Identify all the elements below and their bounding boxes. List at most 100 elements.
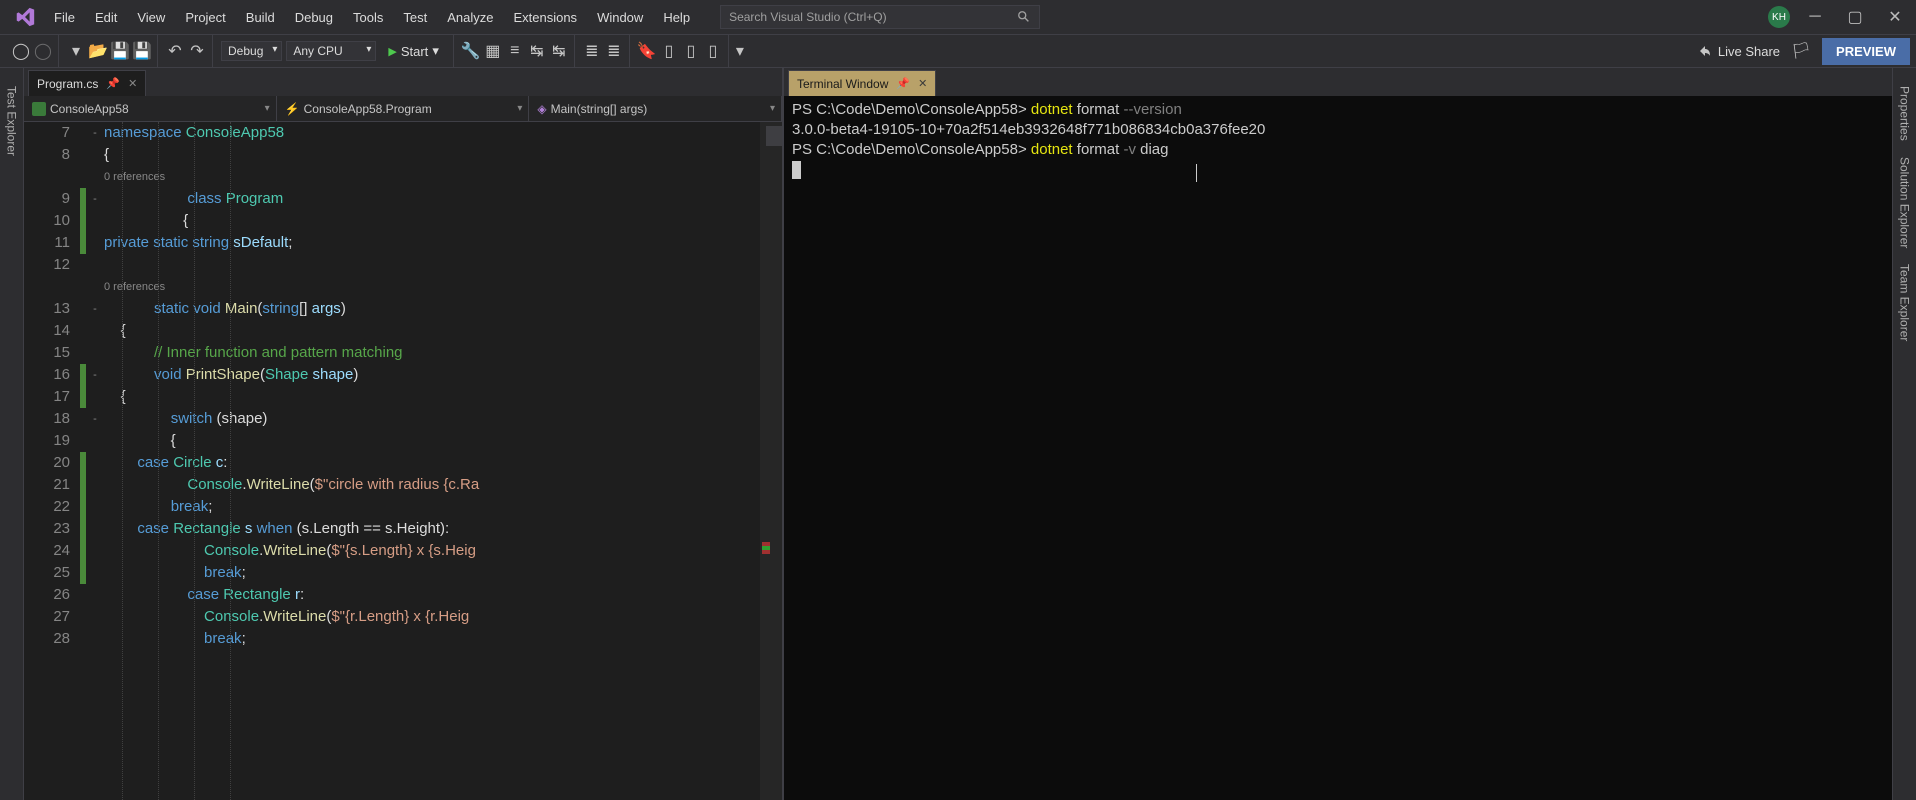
fold-toggle [86, 518, 104, 540]
fold-toggle[interactable]: - [86, 298, 104, 320]
code-line[interactable]: case Rectangle r: [104, 584, 782, 606]
tbicon-7[interactable]: ≣ [605, 42, 623, 60]
code-line[interactable]: void PrintShape(Shape shape) [104, 364, 782, 386]
nav-fwd-icon[interactable]: ◯ [34, 42, 52, 60]
code-line[interactable]: namespace ConsoleApp58 [104, 122, 782, 144]
code-line[interactable]: private static string sDefault; [104, 232, 782, 254]
fold-toggle[interactable]: - [86, 122, 104, 144]
vs-logo-icon [14, 6, 36, 28]
menu-test[interactable]: Test [393, 4, 437, 31]
code-line[interactable] [104, 254, 782, 276]
team-explorer-tab[interactable]: Team Explorer [1896, 256, 1914, 349]
fold-toggle [86, 166, 104, 188]
bookmark-icon[interactable]: 🔖 [638, 42, 656, 60]
code-line[interactable]: { [104, 430, 782, 452]
code-line[interactable]: { [104, 144, 782, 166]
preview-button[interactable]: PREVIEW [1822, 38, 1910, 65]
redo-icon[interactable]: ↷ [188, 42, 206, 60]
fold-toggle [86, 430, 104, 452]
menu-tools[interactable]: Tools [343, 4, 393, 31]
terminal-tab[interactable]: Terminal Window 📌 ✕ [788, 70, 936, 96]
save-icon[interactable]: 💾 [111, 42, 129, 60]
tbicon-9[interactable]: ▯ [682, 42, 700, 60]
code-line[interactable]: // Inner function and pattern matching [104, 342, 782, 364]
nav-back-icon[interactable]: ◯ [12, 42, 30, 60]
crumb-project[interactable]: ConsoleApp58 [24, 96, 277, 121]
editor-tab[interactable]: Program.cs 📌 ✕ [28, 70, 146, 96]
code-editor[interactable]: 7891011121314151617181920212223242526272… [24, 122, 782, 800]
code-line[interactable]: Console.WriteLine($"circle with radius {… [104, 474, 782, 496]
fold-toggle[interactable]: - [86, 408, 104, 430]
code-line[interactable]: break; [104, 628, 782, 650]
tbicon-1[interactable]: 🔧 [462, 42, 480, 60]
tbicon-4[interactable]: ↹ [528, 42, 546, 60]
fold-toggle [86, 474, 104, 496]
menu-extensions[interactable]: Extensions [503, 4, 587, 31]
tbicon-8[interactable]: ▯ [660, 42, 678, 60]
tbicon-5[interactable]: ↹ [550, 42, 568, 60]
codelens-references[interactable]: 0 references [104, 166, 782, 188]
live-share-button[interactable]: Live Share [1698, 44, 1780, 59]
code-line[interactable]: switch (shape) [104, 408, 782, 430]
menu-analyze[interactable]: Analyze [437, 4, 503, 31]
new-project-icon[interactable]: ▾ [67, 42, 85, 60]
codelens-references[interactable]: 0 references [104, 276, 782, 298]
menu-project[interactable]: Project [175, 4, 235, 31]
feedback-icon[interactable]: 🏳 [1792, 42, 1810, 60]
menu-build[interactable]: Build [236, 4, 285, 31]
menu-file[interactable]: File [44, 4, 85, 31]
code-line[interactable]: break; [104, 496, 782, 518]
code-line[interactable]: Console.WriteLine($"{r.Length} x {r.Heig [104, 606, 782, 628]
platform-dropdown[interactable]: Any CPU [286, 41, 376, 61]
fold-toggle[interactable]: - [86, 188, 104, 210]
maximize-button[interactable]: ▢ [1840, 5, 1870, 29]
tbicon-3[interactable]: ≡ [506, 42, 524, 60]
crumb-class[interactable]: ⚡ConsoleApp58.Program [277, 96, 530, 121]
start-button[interactable]: Start ▾ [380, 41, 446, 61]
tbicon-6[interactable]: ≣ [583, 42, 601, 60]
fold-toggle[interactable]: - [86, 364, 104, 386]
code-line[interactable]: { [104, 320, 782, 342]
pin-icon[interactable]: 📌 [106, 77, 120, 90]
search-box[interactable]: Search Visual Studio (Ctrl+Q) [720, 5, 1040, 29]
terminal-line: 3.0.0-beta4-19105-10+70a2f514eb3932648f7… [792, 120, 1884, 140]
crumb-method[interactable]: ◈Main(string[] args) [529, 96, 782, 121]
editor-scrollbar[interactable] [760, 122, 782, 800]
test-explorer-tab[interactable]: Test Explorer [3, 78, 21, 164]
code-line[interactable]: case Rectangle s when (s.Length == s.Hei… [104, 518, 782, 540]
code-line[interactable]: class Program [104, 188, 782, 210]
fold-toggle [86, 320, 104, 342]
config-dropdown[interactable]: Debug [221, 41, 282, 61]
code-body[interactable]: namespace ConsoleApp58{ 0 references cla… [104, 122, 782, 800]
code-line[interactable]: Console.WriteLine($"{s.Length} x {s.Heig [104, 540, 782, 562]
undo-icon[interactable]: ↶ [166, 42, 184, 60]
fold-toggle [86, 606, 104, 628]
save-all-icon[interactable]: 💾 [133, 42, 151, 60]
menu-view[interactable]: View [127, 4, 175, 31]
fold-toggle [86, 232, 104, 254]
menu-window[interactable]: Window [587, 4, 653, 31]
scrollbar-thumb[interactable] [766, 126, 782, 146]
terminal-pin-icon[interactable]: 📌 [896, 77, 910, 90]
tab-close-icon[interactable]: ✕ [128, 77, 137, 90]
code-line[interactable]: static void Main(string[] args) [104, 298, 782, 320]
fold-column: - - - - - [86, 122, 104, 800]
properties-tab[interactable]: Properties [1896, 78, 1914, 149]
tbicon-10[interactable]: ▯ [704, 42, 722, 60]
terminal-close-icon[interactable]: ✕ [918, 77, 927, 90]
menu-help[interactable]: Help [653, 4, 700, 31]
tbicon-2[interactable]: ▦ [484, 42, 502, 60]
minimize-button[interactable]: ─ [1800, 5, 1830, 29]
menu-edit[interactable]: Edit [85, 4, 127, 31]
code-line[interactable]: { [104, 210, 782, 232]
code-line[interactable]: break; [104, 562, 782, 584]
open-file-icon[interactable]: 📂 [89, 42, 107, 60]
menu-debug[interactable]: Debug [285, 4, 343, 31]
code-line[interactable]: { [104, 386, 782, 408]
terminal-body[interactable]: PS C:\Code\Demo\ConsoleApp58> dotnet for… [784, 96, 1892, 800]
toolbar-overflow-icon[interactable]: ▾ [731, 42, 749, 60]
user-avatar[interactable]: KH [1768, 6, 1790, 28]
solution-explorer-tab[interactable]: Solution Explorer [1896, 149, 1914, 256]
close-button[interactable]: ✕ [1880, 5, 1910, 29]
code-line[interactable]: case Circle c: [104, 452, 782, 474]
